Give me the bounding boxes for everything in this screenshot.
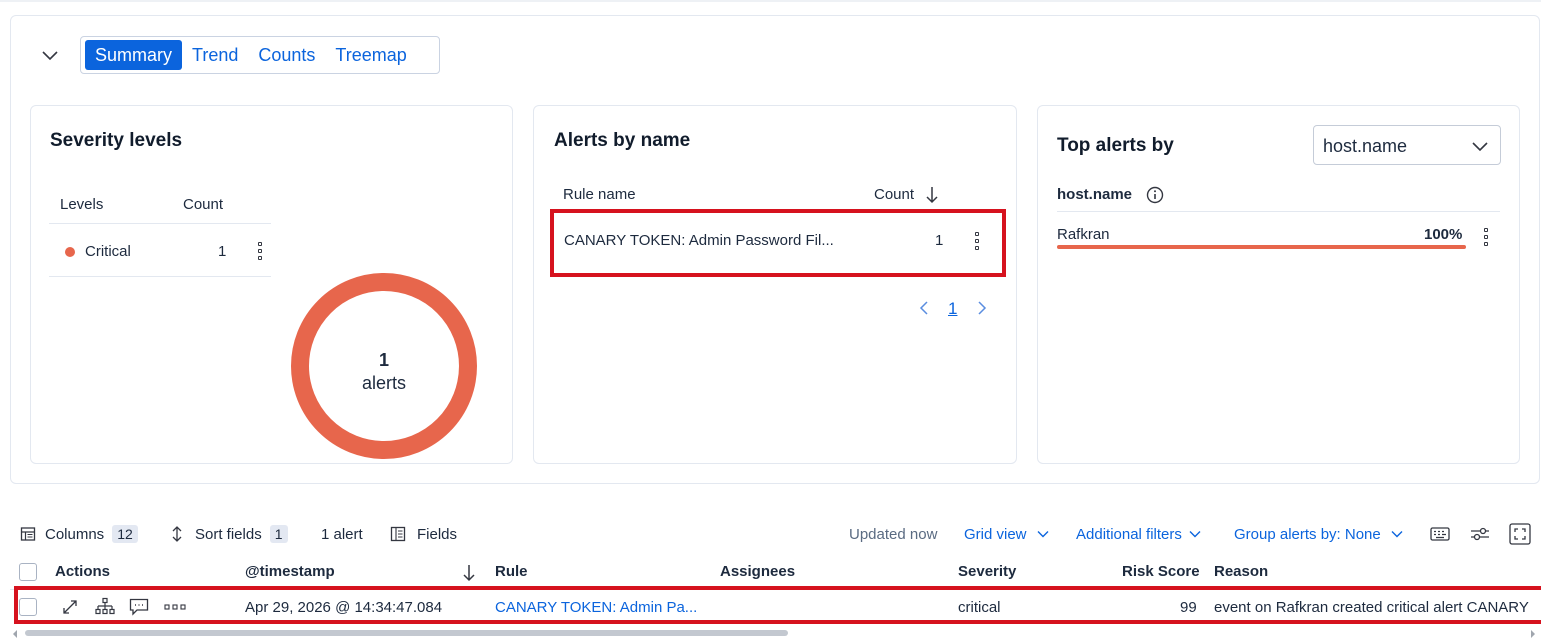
display-settings-icon[interactable] xyxy=(1470,526,1490,542)
tab-treemap[interactable]: Treemap xyxy=(325,40,416,70)
fields-label: Fields xyxy=(417,525,458,543)
top-alerts-card: Top alerts by host.name host.name Rafkra… xyxy=(1037,105,1520,464)
col-rule-name: Rule name xyxy=(563,186,636,203)
scrollbar-thumb[interactable] xyxy=(25,630,788,636)
header-rule[interactable]: Rule xyxy=(495,563,528,580)
tab-summary[interactable]: Summary xyxy=(85,40,183,70)
card-title: Severity levels xyxy=(50,130,183,151)
header-actions: Actions xyxy=(55,563,111,580)
fields-button[interactable]: Fields xyxy=(390,524,457,544)
updated-status: Updated now xyxy=(849,525,938,543)
chevron-down-icon xyxy=(1037,531,1049,538)
sort-down-icon[interactable] xyxy=(462,563,476,583)
additional-filters-button[interactable]: Additional filters xyxy=(1076,524,1201,544)
severity-level: Critical xyxy=(85,243,131,260)
col-levels: Levels xyxy=(60,196,104,213)
severity-count: 1 xyxy=(218,243,227,260)
col-count[interactable]: Count xyxy=(874,186,914,203)
top-edge xyxy=(0,0,1541,2)
header-timestamp[interactable]: @timestamp xyxy=(245,563,335,580)
grid-view-label: Grid view xyxy=(964,525,1027,543)
progress-fill xyxy=(1057,245,1466,249)
select-value: host.name xyxy=(1323,136,1408,156)
select-all-checkbox[interactable] xyxy=(19,563,37,581)
header-assignees[interactable]: Assignees xyxy=(720,563,795,580)
divider xyxy=(1057,211,1500,212)
top-item-name: Rafkran xyxy=(1057,226,1110,243)
header-reason[interactable]: Reason xyxy=(1214,563,1268,580)
columns-count-badge: 12 xyxy=(112,525,138,543)
sort-label: Sort fields xyxy=(195,525,262,543)
row-actions-icon[interactable] xyxy=(1483,228,1489,246)
group-by-label: Group alerts by: None xyxy=(1234,525,1381,543)
group-field-select[interactable]: host.name xyxy=(1313,125,1501,165)
severity-donut: 1 alerts xyxy=(291,273,477,459)
chevron-down-icon xyxy=(42,51,58,61)
row-actions-icon[interactable] xyxy=(257,242,263,260)
top-item-percent: 100% xyxy=(1424,226,1463,243)
sort-down-icon[interactable] xyxy=(925,185,939,205)
alert-count: 1 alert xyxy=(321,525,363,543)
pagination-page[interactable]: 1 xyxy=(948,299,957,319)
highlight-rule-row xyxy=(550,209,1006,277)
highlight-grid-row xyxy=(14,586,1541,624)
tab-counts[interactable]: Counts xyxy=(248,40,325,70)
sort-fields-button[interactable]: Sort fields 1 xyxy=(170,524,288,544)
fullscreen-icon[interactable] xyxy=(1509,523,1531,545)
severity-card: Severity levels Levels Count Critical 1 … xyxy=(30,105,513,464)
scroll-left-icon[interactable] xyxy=(12,630,18,638)
chevron-down-icon xyxy=(1189,531,1201,538)
card-title: Alerts by name xyxy=(554,130,691,151)
chevron-down-icon xyxy=(1391,531,1403,538)
view-tabs: Summary Trend Counts Treemap xyxy=(80,36,440,74)
table-icon xyxy=(20,527,36,541)
field-label: host.name xyxy=(1057,186,1133,203)
collapse-toggle[interactable] xyxy=(38,44,62,66)
scroll-right-icon[interactable] xyxy=(1530,630,1536,638)
grid-header: Actions @timestamp Rule Assignees Severi… xyxy=(10,560,1541,584)
keyboard-icon[interactable] xyxy=(1430,527,1450,541)
info-icon[interactable] xyxy=(1146,186,1164,204)
sort-icon xyxy=(172,526,182,542)
columns-button[interactable]: Columns 12 xyxy=(20,524,138,544)
header-severity[interactable]: Severity xyxy=(958,563,1016,580)
donut-value: 1 xyxy=(379,350,389,370)
progress-track xyxy=(1057,245,1466,249)
grid-view-button[interactable]: Grid view xyxy=(964,524,1049,544)
chevron-right-icon[interactable] xyxy=(976,300,988,316)
additional-filters-label: Additional filters xyxy=(1076,525,1182,543)
chevron-down-icon xyxy=(1472,142,1488,152)
sort-count-badge: 1 xyxy=(269,525,288,543)
severity-table-header: Levels Count xyxy=(49,194,271,224)
fields-icon xyxy=(390,526,406,542)
group-by-button[interactable]: Group alerts by: None xyxy=(1234,524,1403,544)
donut-unit: alerts xyxy=(362,373,406,393)
columns-label: Columns xyxy=(45,525,105,543)
critical-dot-icon xyxy=(65,247,75,257)
severity-row: Critical 1 xyxy=(49,226,271,277)
tab-trend[interactable]: Trend xyxy=(182,40,248,70)
chevron-left-icon[interactable] xyxy=(918,300,930,316)
alerts-by-name-card: Alerts by name Rule name Count CANARY TO… xyxy=(533,105,1017,464)
col-count: Count xyxy=(183,196,224,213)
header-risk-score[interactable]: Risk Score xyxy=(1122,563,1200,580)
card-title: Top alerts by xyxy=(1057,135,1174,156)
